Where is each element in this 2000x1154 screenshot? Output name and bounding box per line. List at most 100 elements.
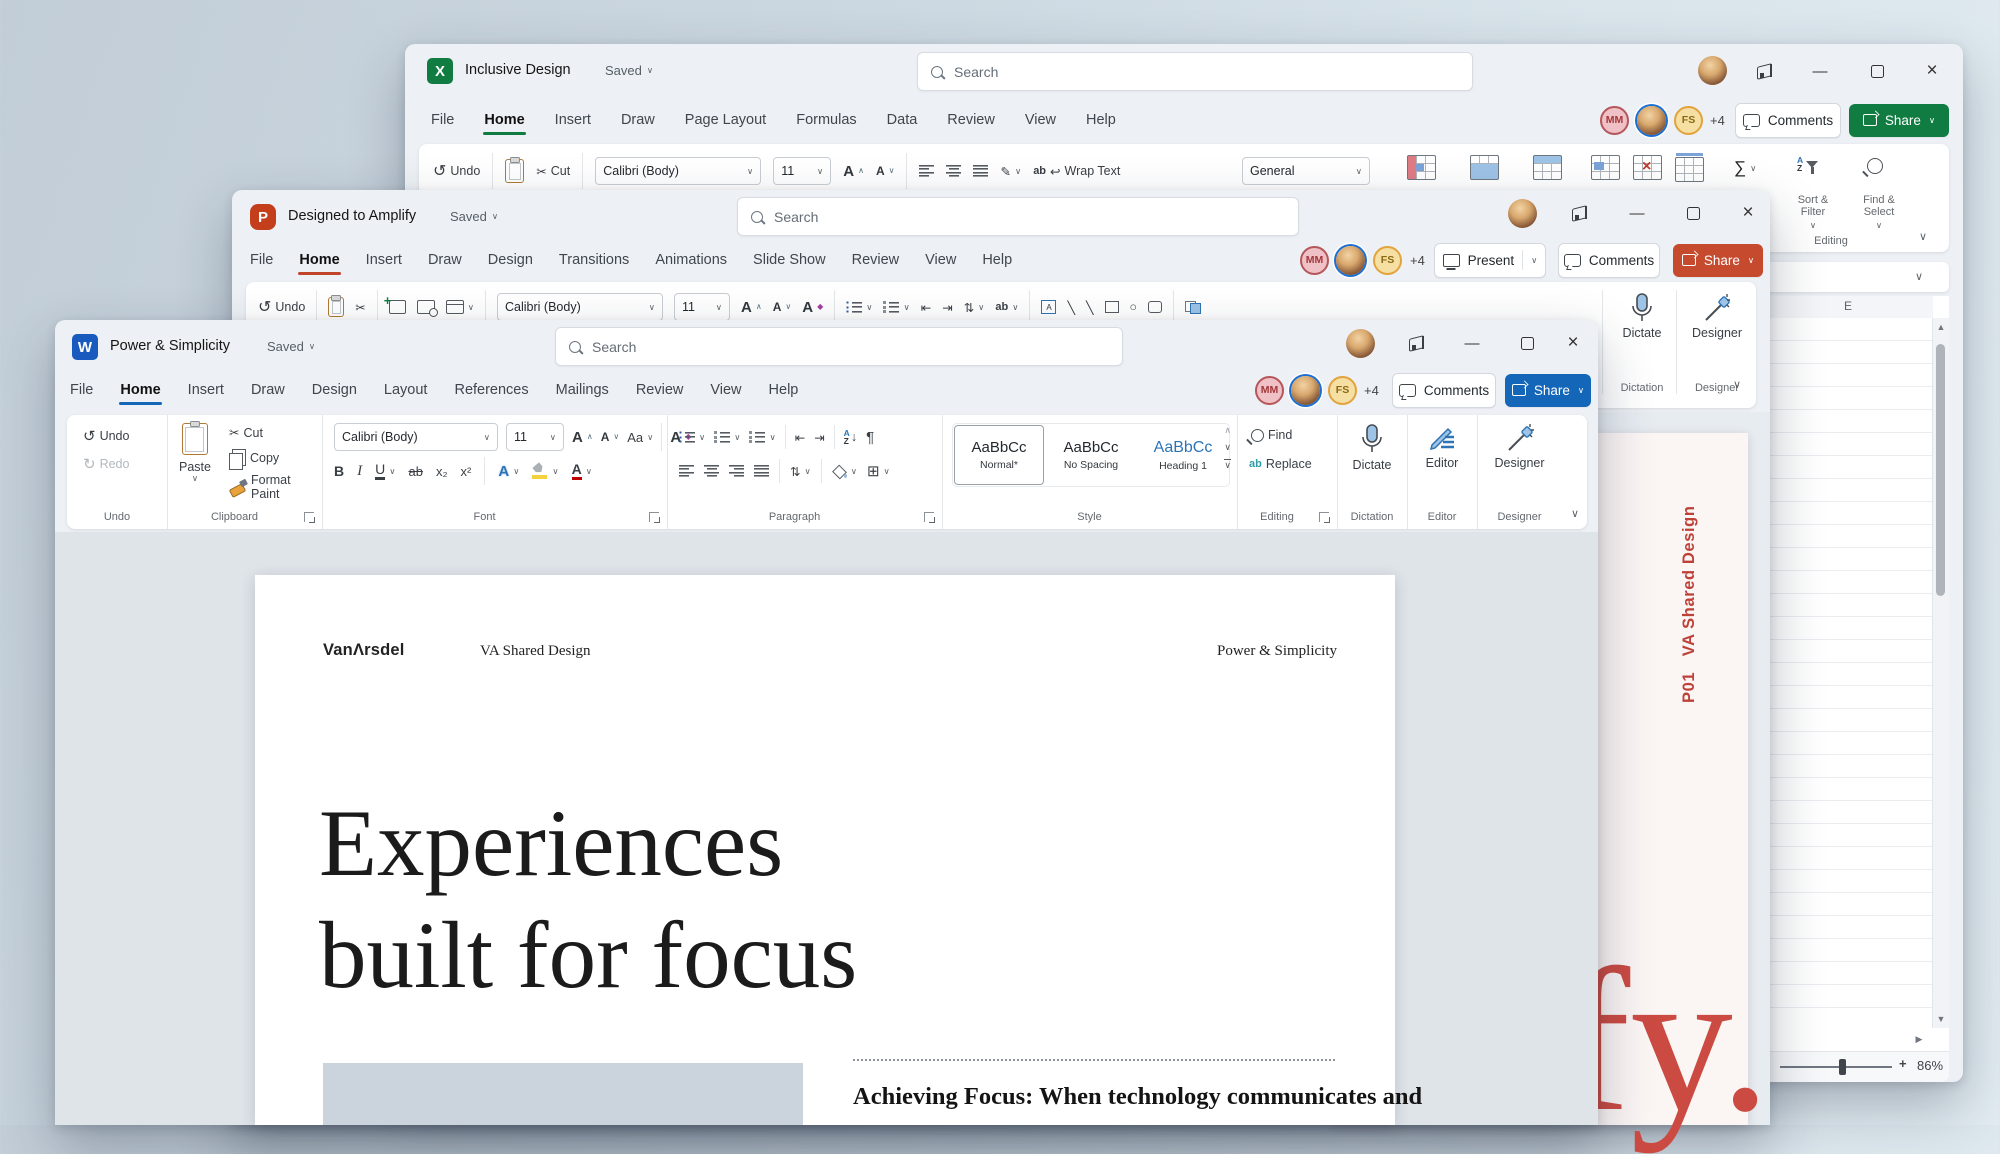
grow-font-button[interactable]: A ∧ <box>572 430 593 445</box>
collab-avatar-photo[interactable] <box>1336 245 1365 275</box>
present-button[interactable]: Present ∨ <box>1434 242 1546 278</box>
sort-filter-icon[interactable]: AZ <box>1797 156 1819 174</box>
align-top-icon[interactable] <box>919 165 935 177</box>
cell-styles-icon[interactable] <box>1533 155 1562 180</box>
new-slide-icon[interactable] <box>384 293 406 314</box>
grow-font-button[interactable]: A ∧ <box>843 164 864 179</box>
shrink-font-button[interactable]: A ∨ <box>773 301 792 313</box>
maximize-button[interactable] <box>1675 198 1711 228</box>
align-left-icon[interactable] <box>679 465 694 477</box>
font-size-combo[interactable]: 11 ∨ <box>506 423 564 451</box>
vertical-scrollbar[interactable]: ▲ ▼ <box>1932 318 1949 1028</box>
designer-button[interactable]: Designer <box>1477 415 1562 470</box>
word-saved-status[interactable]: Saved ∨ <box>267 339 315 354</box>
excel-menu-home[interactable]: Home <box>482 105 526 135</box>
vertical-scroll-thumb[interactable] <box>1936 344 1945 596</box>
word-menu-layout[interactable]: Layout <box>382 375 430 405</box>
dictate-button[interactable]: Dictate <box>1337 415 1407 472</box>
find-select-icon[interactable] <box>1867 158 1883 174</box>
font-dialog-launcher[interactable] <box>649 512 660 523</box>
replace-button[interactable]: ab Replace <box>1249 457 1312 471</box>
collab-more-count[interactable]: +4 <box>1410 253 1425 268</box>
collab-badge-fs[interactable]: FS <box>1674 105 1703 135</box>
pilcrow-button[interactable]: ¶ <box>866 429 874 446</box>
editing-dialog-launcher[interactable] <box>1319 512 1330 523</box>
decrease-indent-icon[interactable]: ⇤ <box>921 300 931 315</box>
doc-image-placeholder[interactable] <box>323 1063 803 1125</box>
align-middle-icon[interactable] <box>946 165 962 177</box>
style-gallery-scroll[interactable]: ∧ ∨ ∨ <box>1224 425 1231 471</box>
zoom-slider-handle[interactable] <box>1839 1059 1846 1075</box>
ppt-menu-help[interactable]: Help <box>980 245 1014 275</box>
ppt-dictate-button[interactable]: Dictate <box>1612 292 1672 340</box>
change-case-button[interactable]: Aa ∨ <box>627 430 653 445</box>
font-color-button[interactable]: A ∨ <box>571 462 592 480</box>
find-button[interactable]: Find <box>1251 428 1292 442</box>
align-bottom-icon[interactable] <box>973 165 989 177</box>
excel-search-box[interactable] <box>917 52 1473 91</box>
rectangle-shape-icon[interactable] <box>1104 301 1119 313</box>
comments-button[interactable]: Comments <box>1735 102 1841 138</box>
maximize-button[interactable] <box>1859 56 1895 86</box>
borders-button[interactable]: ⊞ ∨ <box>867 462 890 480</box>
rounded-rectangle-icon[interactable] <box>1148 301 1163 313</box>
ribbon-collapse-icon[interactable]: ∨ <box>1919 232 1927 243</box>
italic-button[interactable]: I <box>357 463 362 480</box>
word-page[interactable]: VanΛrsdel VA Shared Design Power & Simpl… <box>255 575 1422 1125</box>
excel-menu-review[interactable]: Review <box>945 105 997 135</box>
word-user-avatar[interactable] <box>1346 329 1375 358</box>
arrange-icon[interactable] <box>1185 300 1202 314</box>
excel-menu-page-layout[interactable]: Page Layout <box>683 105 768 135</box>
shading-button[interactable]: ∨ <box>832 464 857 478</box>
font-size-combo[interactable]: 11 ∨ <box>674 293 731 321</box>
feedback-megaphone-icon[interactable] <box>1747 56 1783 86</box>
ppt-designer-button[interactable]: Designer <box>1684 292 1750 340</box>
bullets-button[interactable]: ∨ <box>846 301 872 313</box>
sort-button[interactable]: AZ ↓ <box>844 429 857 446</box>
superscript-button[interactable]: x² <box>461 464 472 479</box>
feedback-megaphone-icon[interactable] <box>1562 198 1598 228</box>
collab-more-count[interactable]: +4 <box>1364 383 1379 398</box>
collab-avatar-photo[interactable] <box>1637 105 1666 135</box>
close-button[interactable]: × <box>1730 198 1766 228</box>
undo-button[interactable]: ↺ Undo <box>258 297 305 317</box>
word-menu-review[interactable]: Review <box>634 375 686 405</box>
ppt-menu-draw[interactable]: Draw <box>426 245 464 275</box>
reuse-slides-icon[interactable] <box>416 300 438 317</box>
word-menu-help[interactable]: Help <box>767 375 801 405</box>
collab-badge-mm[interactable]: MM <box>1255 375 1284 405</box>
bold-button[interactable]: B <box>334 463 344 479</box>
share-button[interactable]: Share ∨ <box>1505 373 1591 407</box>
text-box-icon[interactable]: A <box>1041 300 1057 314</box>
paste-button[interactable] <box>505 159 525 183</box>
excel-menu-file[interactable]: File <box>429 105 456 135</box>
multilevel-list-button[interactable]: ∨ <box>749 431 776 443</box>
shrink-font-button[interactable]: A ∨ <box>876 165 895 177</box>
bullets-button[interactable]: ∨ <box>679 431 705 443</box>
ppt-menu-file[interactable]: File <box>248 245 275 275</box>
ppt-menu-review[interactable]: Review <box>850 245 902 275</box>
zoom-slider-track[interactable] <box>1780 1066 1892 1068</box>
collab-badge-fs[interactable]: FS <box>1328 375 1357 405</box>
font-size-combo[interactable]: 11 ∨ <box>773 157 832 185</box>
excel-search-input[interactable] <box>952 62 1432 81</box>
formula-bar-collapse-icon[interactable]: ∨ <box>1915 272 1923 283</box>
zoom-in-button[interactable]: + <box>1899 1056 1907 1071</box>
clear-formatting-button[interactable]: A◆ <box>802 300 823 315</box>
collab-badge-fs[interactable]: FS <box>1373 245 1402 275</box>
paragraph-dialog-launcher[interactable] <box>924 512 935 523</box>
word-menu-design[interactable]: Design <box>310 375 359 405</box>
paste-button[interactable]: Paste ∨ <box>179 423 211 483</box>
zoom-level[interactable]: 86% <box>1917 1058 1943 1073</box>
collab-avatar-photo[interactable] <box>1291 375 1320 405</box>
text-direction-button[interactable]: ab ∨ <box>995 301 1018 313</box>
word-menu-insert[interactable]: Insert <box>186 375 226 405</box>
delete-cells-icon[interactable] <box>1633 155 1662 180</box>
excel-saved-status[interactable]: Saved ∨ <box>605 63 653 78</box>
oval-shape-icon[interactable]: ○ <box>1130 300 1138 314</box>
paste-clipboard-icon[interactable] <box>328 297 345 317</box>
cut-button[interactable]: ✂ Cut <box>536 164 570 179</box>
word-menu-view[interactable]: View <box>708 375 743 405</box>
numbering-button[interactable]: ∨ <box>714 431 740 443</box>
sort-filter-label[interactable]: Sort & Filter ∨ <box>1781 194 1845 230</box>
